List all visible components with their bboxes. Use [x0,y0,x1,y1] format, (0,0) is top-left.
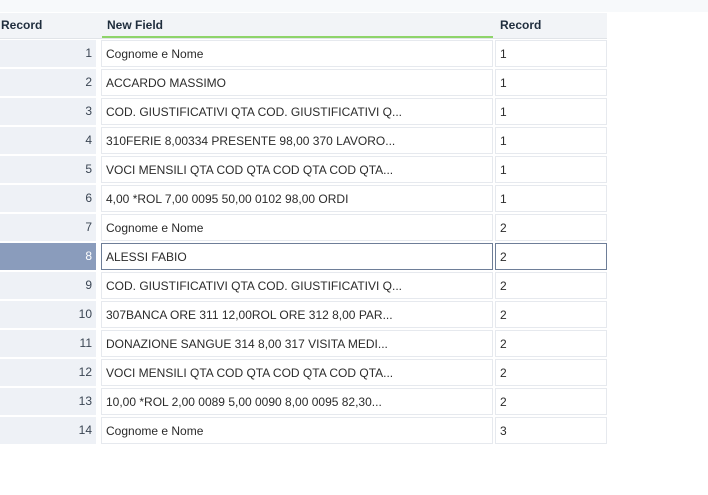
grid-body: 1 Cognome e Nome 1 2 ACCARDO MASSIMO 1 3 COD. G… [0,39,607,445]
table-row[interactable]: 8 ALESSI FABIO 2 [0,242,607,271]
row-number[interactable]: 9 [0,272,96,299]
new-field-cell[interactable]: Cognome e Nome [101,214,493,241]
new-field-cell[interactable]: COD. GIUSTIFICATIVI QTA COD. GIUSTIFICAT… [101,272,493,299]
row-number[interactable]: 10 [0,301,96,328]
grid-header: Record New Field Record [0,13,607,39]
record-cell[interactable]: 3 [495,417,607,444]
row-number[interactable]: 1 [0,40,96,67]
column-header-new-field[interactable]: New Field [102,13,493,38]
row-number[interactable]: 2 [0,69,96,96]
row-number[interactable]: 13 [0,388,96,415]
new-field-cell[interactable]: Cognome e Nome [101,40,493,67]
record-cell[interactable]: 2 [495,214,607,241]
new-field-cell[interactable]: COD. GIUSTIFICATIVI QTA COD. GIUSTIFICAT… [101,98,493,125]
row-number[interactable]: 5 [0,156,96,183]
table-row[interactable]: 2 ACCARDO MASSIMO 1 [0,68,607,97]
new-field-cell[interactable]: Cognome e Nome [101,417,493,444]
record-cell[interactable]: 1 [495,40,607,67]
record-cell[interactable]: 2 [495,388,607,415]
row-number[interactable]: 4 [0,127,96,154]
record-cell[interactable]: 1 [495,69,607,96]
row-number[interactable]: 3 [0,98,96,125]
data-grid: Record New Field Record 1 Cognome e Nome 1… [0,13,607,445]
row-number[interactable]: 7 [0,214,96,241]
record-cell[interactable]: 1 [495,185,607,212]
new-field-cell[interactable]: DONAZIONE SANGUE 314 8,00 317 VISITA MED… [101,330,493,357]
table-row[interactable]: 1 Cognome e Nome 1 [0,39,607,68]
column-header-record[interactable]: Record [0,13,96,38]
new-field-cell[interactable]: ACCARDO MASSIMO [101,69,493,96]
new-field-cell[interactable]: VOCI MENSILI QTA COD QTA COD QTA COD QTA… [101,359,493,386]
row-number[interactable]: 8 [0,243,96,270]
table-row[interactable]: 13 10,00 *ROL 2,00 0089 5,00 0090 8,00 00… [0,387,607,416]
new-field-cell[interactable]: 4,00 *ROL 7,00 0095 50,00 0102 98,00 ORD… [101,185,493,212]
table-row[interactable]: 9 COD. GIUSTIFICATIVI QTA COD. GIUSTIFICA… [0,271,607,300]
column-header-record-2[interactable]: Record [495,13,607,38]
table-row[interactable]: 14 Cognome e Nome 3 [0,416,607,445]
table-row[interactable]: 11 DONAZIONE SANGUE 314 8,00 317 VISITA M… [0,329,607,358]
row-number[interactable]: 14 [0,417,96,444]
table-row[interactable]: 7 Cognome e Nome 2 [0,213,607,242]
toolbar-strip [0,0,708,12]
record-cell[interactable]: 2 [495,243,607,270]
record-cell[interactable]: 1 [495,127,607,154]
table-row[interactable]: 6 4,00 *ROL 7,00 0095 50,00 0102 98,00 OR… [0,184,607,213]
record-cell[interactable]: 2 [495,330,607,357]
row-number[interactable]: 6 [0,185,96,212]
table-row[interactable]: 5 VOCI MENSILI QTA COD QTA COD QTA COD QT… [0,155,607,184]
record-cell[interactable]: 2 [495,301,607,328]
row-number[interactable]: 11 [0,330,96,357]
record-cell[interactable]: 2 [495,272,607,299]
new-field-cell[interactable]: 10,00 *ROL 2,00 0089 5,00 0090 8,00 0095… [101,388,493,415]
table-row[interactable]: 4 310FERIE 8,00334 PRESENTE 98,00 370 LAV… [0,126,607,155]
new-field-cell[interactable]: ALESSI FABIO [101,243,493,270]
record-cell[interactable]: 1 [495,156,607,183]
new-field-cell[interactable]: 307BANCA ORE 311 12,00ROL ORE 312 8,00 P… [101,301,493,328]
table-row[interactable]: 10 307BANCA ORE 311 12,00ROL ORE 312 8,00… [0,300,607,329]
new-field-cell[interactable]: 310FERIE 8,00334 PRESENTE 98,00 370 LAVO… [101,127,493,154]
record-cell[interactable]: 1 [495,98,607,125]
table-row[interactable]: 3 COD. GIUSTIFICATIVI QTA COD. GIUSTIFICA… [0,97,607,126]
row-number[interactable]: 12 [0,359,96,386]
record-cell[interactable]: 2 [495,359,607,386]
table-row[interactable]: 12 VOCI MENSILI QTA COD QTA COD QTA COD Q… [0,358,607,387]
new-field-cell[interactable]: VOCI MENSILI QTA COD QTA COD QTA COD QTA… [101,156,493,183]
